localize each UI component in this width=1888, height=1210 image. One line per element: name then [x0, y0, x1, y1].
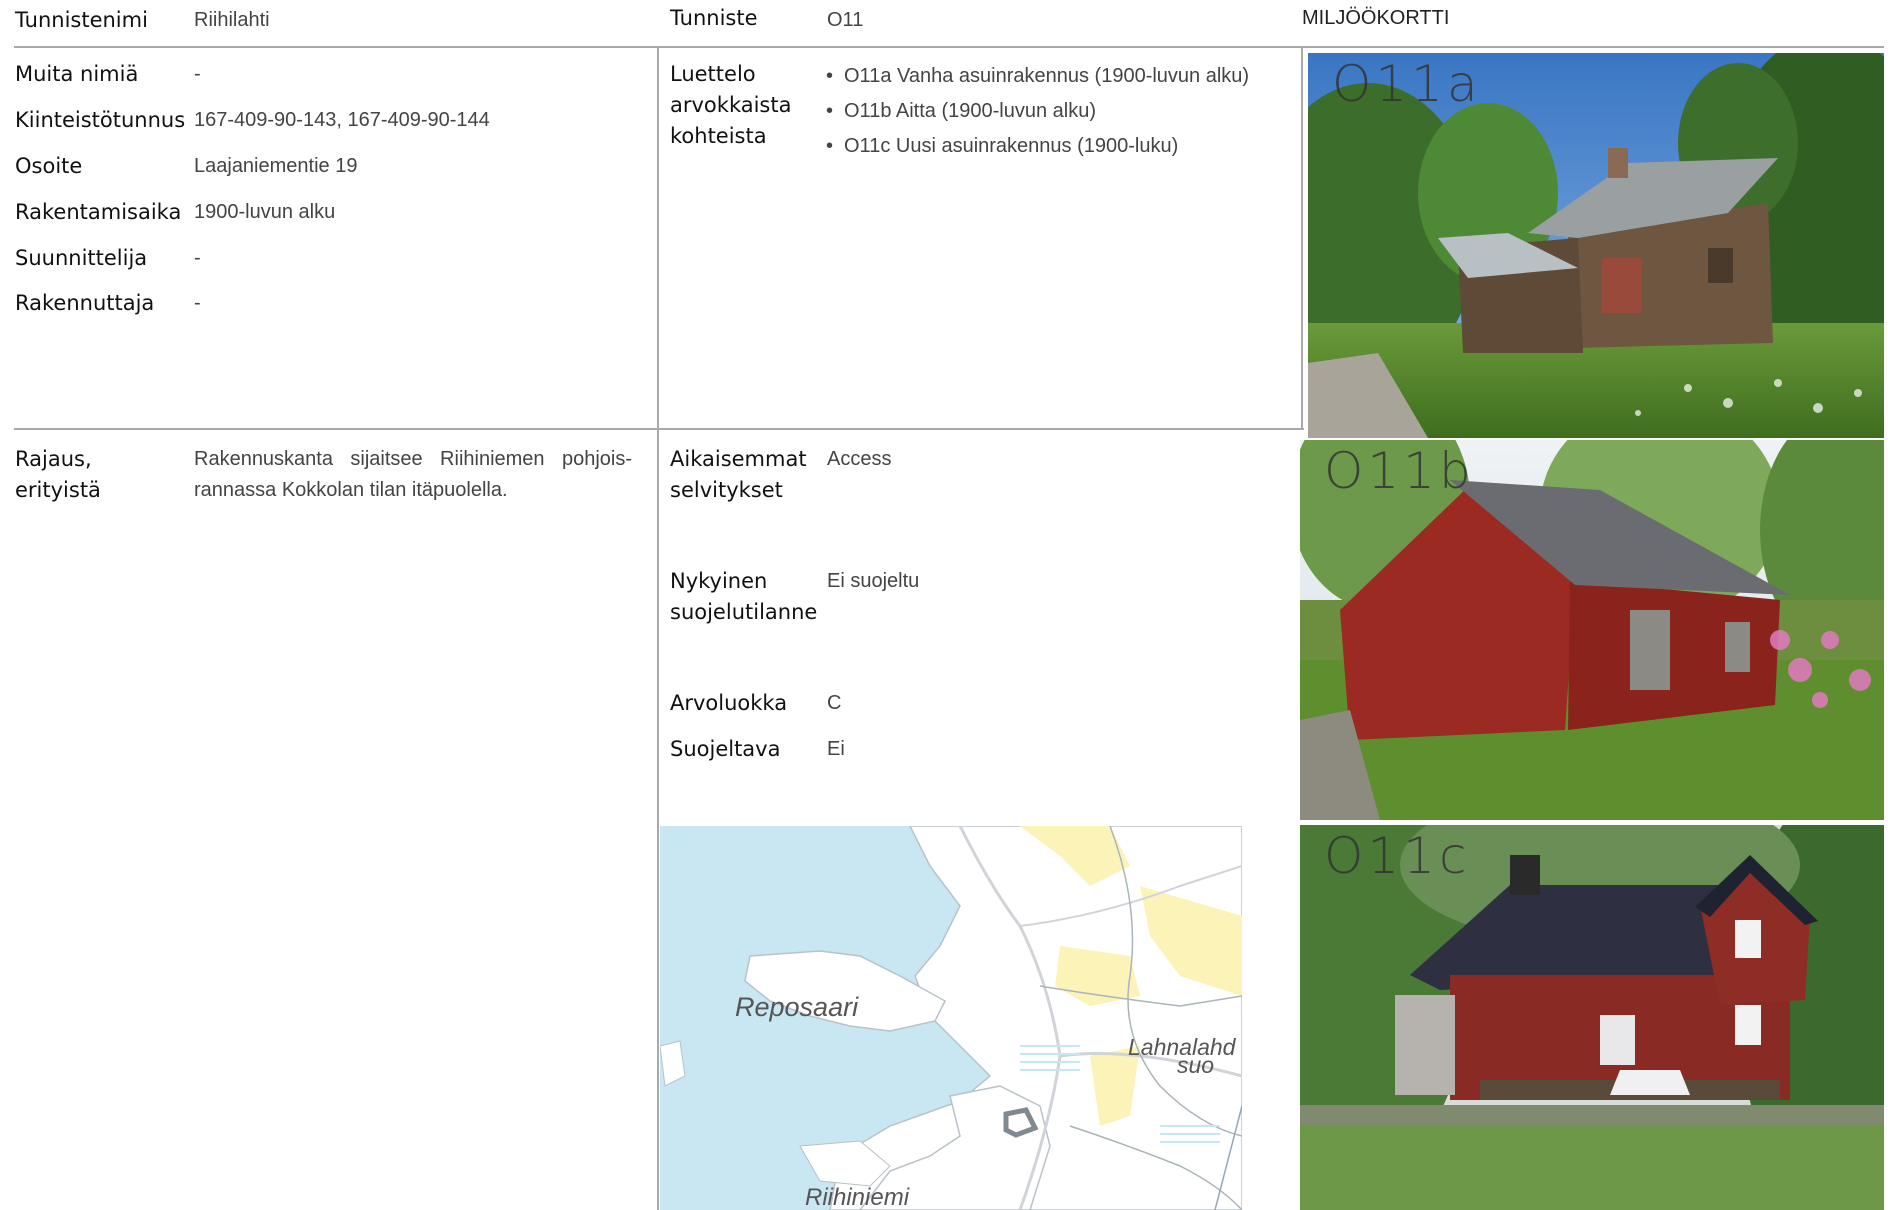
aikaisemmat-value: Access	[827, 448, 892, 470]
kiinteisto-value: 167-409-90-143, 167-409-90-144	[194, 109, 490, 131]
rakentamisaika-label: Rakentamisaika	[15, 200, 182, 224]
suojeltava-value: Ei	[827, 738, 845, 760]
list-item: O11a Vanha asuinrakennus (1900-luvun alk…	[826, 59, 1249, 94]
name-label: Tunnistenimi	[15, 8, 148, 32]
arvoluokka-value: C	[827, 692, 842, 714]
mid-divider	[14, 428, 1304, 430]
nykyinen-label: Nykyinen suojelutilanne	[670, 566, 817, 628]
suunnittelija-label: Suunnittelija	[15, 246, 148, 270]
kiinteisto-label: Kiinteistötunnus	[15, 108, 186, 132]
muita-label: Muita nimiä	[15, 62, 139, 86]
aikaisemmat-label-line1: Aikaisemmat	[670, 447, 807, 471]
suojeltava-label: Suojeltava	[670, 737, 781, 761]
nykyinen-value: Ei suojeltu	[827, 570, 920, 592]
map-label-riihiniemi: Riihiniemi	[805, 1184, 910, 1210]
column-divider	[657, 47, 659, 1210]
osoite-label: Osoite	[15, 154, 83, 178]
rajaus-text: Rakennuskanta sijaitsee Riihiniemen pohj…	[194, 444, 632, 506]
rajaus-label-line2: erityistä	[15, 478, 101, 502]
list-item: O11c Uusi asuinrakennus (1900-luku)	[826, 129, 1249, 164]
photo-o11b-tag: O11b	[1324, 442, 1475, 500]
rakentamisaika-value: 1900-luvun alku	[194, 201, 336, 223]
suunnittelija-value: -	[194, 247, 201, 269]
rakennuttaja-label: Rakennuttaja	[15, 291, 155, 315]
rajaus-text-line2: rannassa Kokkolan tilan itäpuolella.	[194, 479, 508, 501]
photo-o11b: O11b	[1300, 440, 1884, 820]
arvoluokka-label: Arvoluokka	[670, 691, 788, 715]
nykyinen-label-line2: suojelutilanne	[670, 600, 818, 624]
photo-o11a-tag: O11a	[1332, 55, 1482, 113]
header-divider	[14, 46, 1884, 48]
name-value: Riihilahti	[194, 9, 270, 31]
list-item: O11b Aitta (1900-luvun alku)	[826, 94, 1249, 129]
map-label-suo: suo	[1177, 1052, 1215, 1078]
rajaus-label-line1: Rajaus,	[15, 447, 92, 471]
id-value: O11	[827, 9, 864, 31]
osoite-value: Laajaniementie 19	[194, 155, 358, 177]
id-label: Tunniste	[670, 6, 758, 30]
objects-label-line1: Luettelo	[670, 62, 756, 86]
rakennuttaja-value: -	[194, 292, 201, 314]
photo-o11a: O11a	[1308, 53, 1884, 438]
photo-column-divider	[1301, 47, 1303, 429]
objects-label: Luettelo arvokkaista kohteista	[670, 59, 791, 152]
aikaisemmat-label: Aikaisemmat selvitykset	[670, 444, 807, 506]
photo-o11c-tag: O11c	[1324, 827, 1471, 885]
rajaus-label: Rajaus, erityistä	[15, 444, 101, 506]
location-map: Reposaari Lahnalahd suo Riihiniemi	[660, 826, 1242, 1210]
photo-o11c: O11c	[1300, 825, 1884, 1210]
map-label-reposaari: Reposaari	[735, 992, 859, 1022]
card-title: MILJÖÖKORTTI	[1302, 7, 1450, 29]
nykyinen-label-line1: Nykyinen	[670, 569, 768, 593]
muita-value: -	[194, 63, 201, 85]
rajaus-text-line1: Rakennuskanta sijaitsee Riihiniemen pohj…	[194, 448, 632, 470]
objects-label-line3: kohteista	[670, 124, 767, 148]
objects-label-line2: arvokkaista	[670, 93, 792, 117]
aikaisemmat-label-line2: selvitykset	[670, 478, 783, 502]
objects-list: O11a Vanha asuinrakennus (1900-luvun alk…	[826, 59, 1249, 164]
